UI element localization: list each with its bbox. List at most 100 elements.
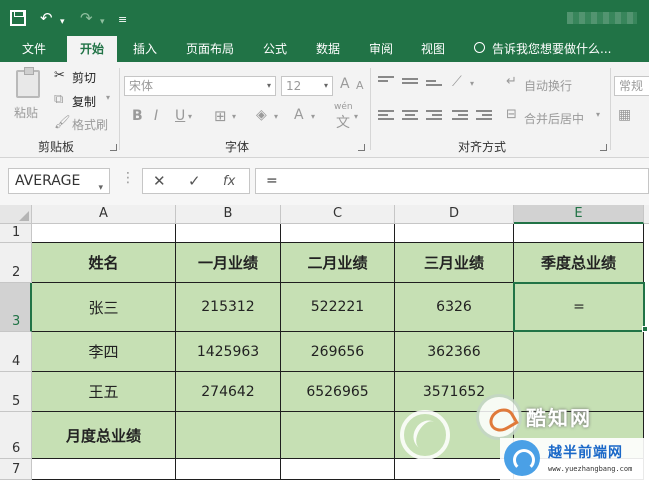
borders-icon[interactable]: ⊞ <box>214 107 227 125</box>
insert-function-icon[interactable]: fx <box>223 174 235 189</box>
merge-icon[interactable]: ⊟ <box>506 107 517 122</box>
align-right-icon[interactable] <box>426 110 442 122</box>
customize-quick-access-icon[interactable]: ≡ <box>118 10 127 30</box>
align-top-icon[interactable] <box>378 76 394 88</box>
align-left-icon[interactable] <box>378 110 394 122</box>
cell-a1[interactable] <box>32 224 176 243</box>
cell-c1[interactable] <box>281 224 395 243</box>
cell-d4[interactable]: 362366 <box>395 332 514 372</box>
column-header-c[interactable]: C <box>281 205 395 224</box>
merge-center-button[interactable]: 合并后居中 <box>524 110 584 127</box>
format-painter-button[interactable]: 格式刷 <box>72 116 108 133</box>
paste-icon[interactable] <box>16 67 40 98</box>
paste-button[interactable]: 粘贴 <box>14 104 38 121</box>
phonetic-char-icon[interactable]: 文 <box>336 112 350 132</box>
cell-a7[interactable] <box>32 459 176 480</box>
scissors-icon[interactable]: ✂ <box>54 68 65 83</box>
cell-d2[interactable]: 三月业绩 <box>395 243 514 283</box>
merge-dropdown-icon[interactable]: ▾ <box>596 110 600 119</box>
copy-icon[interactable]: ⧉ <box>54 92 63 107</box>
decrease-indent-icon[interactable] <box>452 110 468 122</box>
undo-dropdown-icon[interactable]: ▾ <box>60 12 65 32</box>
formula-bar-grip-icon[interactable]: ⋮ <box>121 170 135 186</box>
phonetic-dropdown-icon[interactable]: ▾ <box>354 112 358 121</box>
wrap-text-icon[interactable]: ↵ <box>506 74 517 89</box>
column-header-a[interactable]: A <box>32 205 176 224</box>
cell-d7[interactable] <box>395 459 514 480</box>
cell-c4[interactable]: 269656 <box>281 332 395 372</box>
cell-c3[interactable]: 522221 <box>281 283 395 332</box>
column-header-f[interactable] <box>644 205 649 224</box>
copy-dropdown-icon[interactable]: ▾ <box>106 93 110 102</box>
row-header-7[interactable]: 7 <box>0 459 32 480</box>
cell-e4[interactable] <box>514 332 644 372</box>
column-header-d[interactable]: D <box>395 205 514 224</box>
fill-color-dropdown-icon[interactable]: ▾ <box>274 112 278 121</box>
cell-b7[interactable] <box>176 459 281 480</box>
row-header-3[interactable]: 3 <box>0 283 32 332</box>
wrap-text-button[interactable]: 自动换行 <box>524 77 572 94</box>
row-header-1[interactable]: 1 <box>0 224 32 243</box>
column-header-e[interactable]: E <box>514 205 644 224</box>
tab-file[interactable]: 文件 <box>8 36 60 62</box>
format-painter-icon[interactable]: 🖌 <box>54 115 71 130</box>
cell-a6[interactable]: 月度总业绩 <box>32 412 176 459</box>
column-header-b[interactable]: B <box>176 205 281 224</box>
cell-d1[interactable] <box>395 224 514 243</box>
tab-data[interactable]: 数据 <box>307 36 349 62</box>
tab-home[interactable]: 开始 <box>67 36 117 62</box>
cell-c7[interactable] <box>281 459 395 480</box>
row-header-6[interactable]: 6 <box>0 412 32 459</box>
font-color-dropdown-icon[interactable]: ▾ <box>311 112 315 121</box>
align-center-icon[interactable] <box>402 110 418 122</box>
cut-button[interactable]: 剪切 <box>72 69 96 86</box>
shrink-font-icon[interactable]: A <box>356 79 364 92</box>
cell-e3-active[interactable]: = <box>513 282 645 332</box>
cell-e2[interactable]: 季度总业绩 <box>514 243 644 283</box>
undo-icon[interactable]: ↶ <box>40 8 53 28</box>
tell-me-search[interactable]: 告诉我您想要做什么... <box>492 36 611 62</box>
accounting-icon[interactable]: ▦ <box>618 107 631 123</box>
cell-d3[interactable]: 6326 <box>395 283 514 332</box>
font-color-icon[interactable]: A <box>294 107 304 123</box>
tab-review[interactable]: 审阅 <box>360 36 402 62</box>
align-middle-icon[interactable] <box>402 78 418 90</box>
cell-b1[interactable] <box>176 224 281 243</box>
underline-dropdown-icon[interactable]: ▾ <box>188 112 192 121</box>
clipboard-launcher-icon[interactable] <box>110 144 117 151</box>
redo-icon[interactable]: ↷ <box>80 8 93 28</box>
font-size-input[interactable]: 12 ▾ <box>281 76 333 96</box>
row-header-5[interactable]: 5 <box>0 372 32 412</box>
formula-input[interactable]: = <box>255 168 649 194</box>
name-box[interactable]: AVERAGE ▾ <box>8 168 110 194</box>
font-launcher-icon[interactable] <box>358 144 365 151</box>
grow-font-icon[interactable]: A <box>340 76 350 92</box>
copy-button[interactable]: 复制 <box>72 93 96 110</box>
cell-c2[interactable]: 二月业绩 <box>281 243 395 283</box>
orientation-icon[interactable]: ⟋ <box>452 74 462 90</box>
underline-icon[interactable]: U <box>175 108 185 124</box>
orientation-dropdown-icon[interactable]: ▾ <box>470 79 474 88</box>
tab-page-layout[interactable]: 页面布局 <box>178 36 242 62</box>
phonetic-icon[interactable]: wén <box>334 102 353 112</box>
cell-a2[interactable]: 姓名 <box>32 243 176 283</box>
font-name-input[interactable]: 宋体 ▾ <box>124 76 276 96</box>
redo-dropdown-icon[interactable]: ▾ <box>100 12 105 32</box>
save-icon[interactable] <box>10 10 26 26</box>
tab-insert[interactable]: 插入 <box>124 36 166 62</box>
increase-indent-icon[interactable] <box>476 110 492 122</box>
cancel-icon[interactable]: ✕ <box>153 172 166 190</box>
number-format-input[interactable]: 常规 <box>614 76 649 96</box>
borders-dropdown-icon[interactable]: ▾ <box>232 112 236 121</box>
tab-formulas[interactable]: 公式 <box>254 36 296 62</box>
cell-b3[interactable]: 215312 <box>176 283 281 332</box>
cell-b2[interactable]: 一月业绩 <box>176 243 281 283</box>
row-header-2[interactable]: 2 <box>0 243 32 283</box>
cell-a5[interactable]: 王五 <box>32 372 176 412</box>
cell-c6[interactable] <box>281 412 395 459</box>
tab-view[interactable]: 视图 <box>412 36 454 62</box>
cell-e1[interactable] <box>514 224 644 243</box>
cell-c5[interactable]: 6526965 <box>281 372 395 412</box>
cell-a3[interactable]: 张三 <box>32 283 176 332</box>
enter-icon[interactable]: ✓ <box>188 172 201 190</box>
